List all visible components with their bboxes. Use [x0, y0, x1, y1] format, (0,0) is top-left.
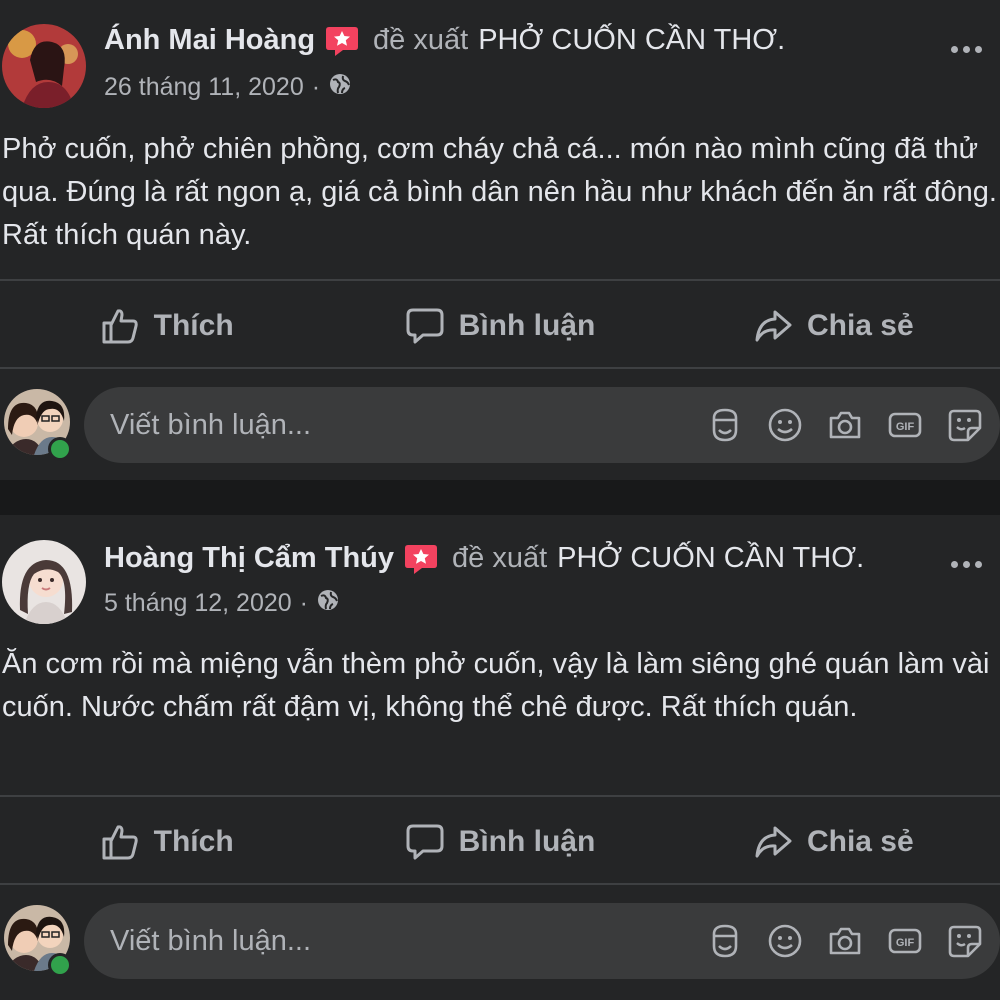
- online-status-dot: [48, 953, 72, 977]
- like-label: Thích: [153, 825, 234, 858]
- avatar-sticker-icon[interactable]: [706, 922, 744, 960]
- comment-bubble-icon: [406, 308, 444, 344]
- comment-button[interactable]: Bình luận: [333, 306, 666, 346]
- recommend-verb: đề xuất: [452, 542, 548, 574]
- emoji-icon[interactable]: [766, 922, 804, 960]
- recommend-verb: đề xuất: [373, 24, 469, 56]
- action-bar: Thích Bình luận Chia sẻ: [0, 282, 1000, 370]
- divider: [0, 279, 1000, 281]
- share-button[interactable]: Chia sẻ: [667, 822, 1000, 862]
- post-body: Ăn cơm rồi mà miệng vẫn thèm phở cuốn, v…: [2, 648, 990, 723]
- more-options-icon[interactable]: [951, 46, 982, 53]
- comment-composer: GIF: [0, 903, 1000, 983]
- online-status-dot: [48, 437, 72, 461]
- like-label: Thích: [153, 309, 234, 342]
- divider: [0, 795, 1000, 797]
- thumbs-up-icon: [102, 309, 138, 344]
- svg-text:GIF: GIF: [896, 937, 915, 949]
- gif-icon[interactable]: GIF: [886, 922, 924, 960]
- author-name[interactable]: Ánh Mai Hoàng: [104, 24, 315, 57]
- author-avatar[interactable]: [2, 24, 86, 108]
- meta-separator: ·: [299, 589, 308, 617]
- comment-button[interactable]: Bình luận: [333, 822, 666, 862]
- like-button[interactable]: Thích: [0, 306, 333, 346]
- recommend-star-icon: [325, 25, 359, 57]
- avatar-sticker-icon[interactable]: [706, 406, 744, 444]
- share-arrow-icon: [755, 826, 792, 858]
- post-card: Hoàng Thị Cẩm Thúy đề xuất PHỞ CUỐN CẦN …: [0, 515, 1000, 1000]
- thumbs-up-icon: [102, 825, 138, 860]
- page-name-link[interactable]: PHỞ CUỐN CẦN THƠ.: [557, 542, 864, 575]
- divider: [0, 883, 1000, 885]
- comment-label: Bình luận: [458, 825, 596, 858]
- post-date[interactable]: 26 tháng 11, 2020: [104, 73, 304, 102]
- camera-icon[interactable]: [826, 406, 864, 444]
- comment-input[interactable]: [108, 407, 706, 443]
- camera-icon[interactable]: [826, 922, 864, 960]
- action-bar: Thích Bình luận Chia sẻ: [0, 798, 1000, 886]
- divider: [0, 367, 1000, 369]
- meta-separator: ·: [311, 73, 321, 101]
- page-name-link[interactable]: PHỞ CUỐN CẦN THƠ.: [478, 24, 785, 57]
- comment-composer: GIF: [0, 387, 1000, 467]
- author-avatar[interactable]: [2, 540, 86, 624]
- gif-icon[interactable]: GIF: [886, 406, 924, 444]
- comment-input[interactable]: [108, 923, 706, 959]
- share-label: Chia sẻ: [806, 825, 914, 858]
- more-options-icon[interactable]: [951, 561, 982, 568]
- post-card: Ánh Mai Hoàng đề xuất PHỞ CUỐN CẦN THƠ. …: [0, 0, 1000, 480]
- like-button[interactable]: Thích: [0, 822, 333, 862]
- share-button[interactable]: Chia sẻ: [667, 306, 1000, 346]
- emoji-icon[interactable]: [766, 406, 804, 444]
- share-arrow-icon: [755, 310, 792, 342]
- share-label: Chia sẻ: [806, 309, 914, 342]
- globe-icon[interactable]: [328, 72, 352, 103]
- comment-field[interactable]: GIF: [84, 387, 1000, 463]
- sticker-icon[interactable]: [946, 406, 984, 444]
- post-body: Phở cuốn, phở chiên phồng, cơm cháy chả …: [2, 133, 997, 251]
- post-date[interactable]: 5 tháng 12, 2020: [104, 589, 292, 618]
- globe-icon[interactable]: [316, 588, 340, 619]
- svg-text:GIF: GIF: [896, 421, 915, 433]
- sticker-icon[interactable]: [946, 922, 984, 960]
- comment-label: Bình luận: [458, 309, 596, 342]
- author-name[interactable]: Hoàng Thị Cẩm Thúy: [104, 542, 394, 575]
- comment-field[interactable]: GIF: [84, 903, 1000, 979]
- recommend-star-icon: [404, 543, 438, 575]
- comment-bubble-icon: [406, 824, 444, 860]
